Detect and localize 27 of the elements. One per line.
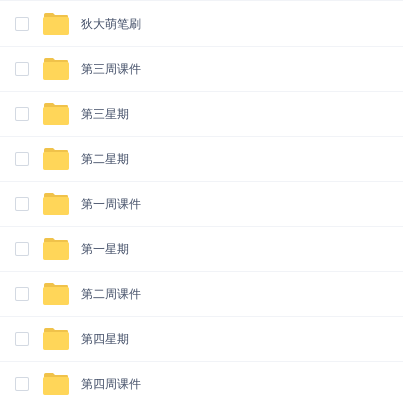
checkbox[interactable] xyxy=(15,197,29,211)
checkbox[interactable] xyxy=(15,152,29,166)
folder-name[interactable]: 第四星期 xyxy=(81,330,129,348)
folder-icon xyxy=(43,148,69,170)
folder-icon xyxy=(43,373,69,395)
folder-icon xyxy=(43,283,69,305)
folder-name[interactable]: 第二星期 xyxy=(81,150,129,168)
checkbox[interactable] xyxy=(15,242,29,256)
folder-icon xyxy=(43,238,69,260)
checkbox[interactable] xyxy=(15,17,29,31)
folder-name[interactable]: 第三星期 xyxy=(81,106,129,122)
folder-icon xyxy=(43,13,69,35)
folder-name[interactable]: 第二周课件 xyxy=(81,286,141,302)
checkbox[interactable] xyxy=(15,377,29,391)
folder-icon xyxy=(43,193,69,215)
checkbox[interactable] xyxy=(15,62,29,76)
folder-icon xyxy=(43,58,69,80)
folder-icon xyxy=(43,103,69,125)
checkbox[interactable] xyxy=(15,332,29,346)
folder-name[interactable]: 第一星期 xyxy=(81,240,129,258)
checkbox[interactable] xyxy=(15,107,29,121)
folder-icon xyxy=(43,328,69,350)
folder-name[interactable]: 第三周课件 xyxy=(81,60,141,78)
folder-name[interactable]: 狄大萌笔刷 xyxy=(81,16,141,32)
checkbox[interactable] xyxy=(15,287,29,301)
folder-name[interactable]: 第四周课件 xyxy=(81,376,141,392)
folder-name[interactable]: 第一周课件 xyxy=(81,196,141,212)
